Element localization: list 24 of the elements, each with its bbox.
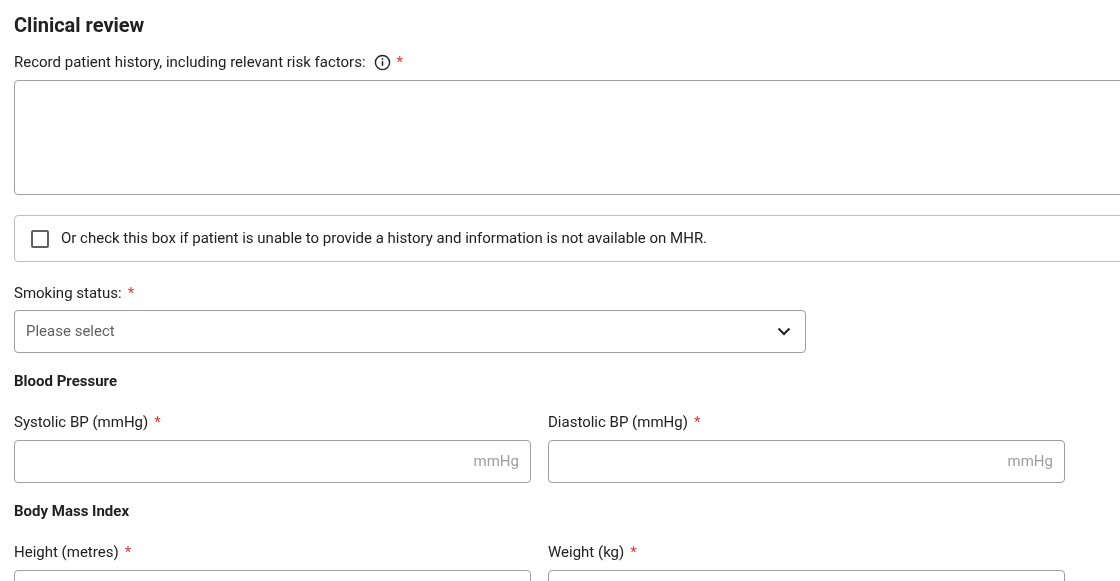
field-label: Smoking status: [14,283,122,303]
number-input[interactable]: mmHg [14,440,531,483]
required-asterisk: * [693,412,701,432]
field-label: Height (metres) [14,542,119,562]
required-asterisk: * [396,52,404,72]
chevron-down-icon [777,327,791,336]
required-asterisk: * [630,542,637,562]
field-label: Diastolic BP (mmHg) [548,412,688,432]
unit-suffix: mmHg [1007,451,1053,473]
subsection-heading: Blood Pressure [14,371,119,391]
info-icon[interactable] [373,53,391,71]
subsection-heading: Body Mass Index [14,501,131,521]
smoking-select[interactable]: Please select [14,310,806,353]
unit-suffix: mmHg [473,451,519,473]
section-title: Clinical review [14,12,146,37]
checkbox[interactable] [31,229,49,248]
field-label: Weight (kg) [548,542,625,562]
field-label: Systolic BP (mmHg) [14,412,149,432]
checkbox-label: Or check this box if patient is unable to provide a history and information is not available on MHR. [61,228,708,250]
number-input[interactable]: mmHg [548,440,1065,483]
field-label: Record patient history, including relevant risk factors: [14,52,366,72]
required-asterisk: * [124,542,132,562]
required-asterisk: * [127,283,135,303]
required-asterisk: * [154,412,161,432]
